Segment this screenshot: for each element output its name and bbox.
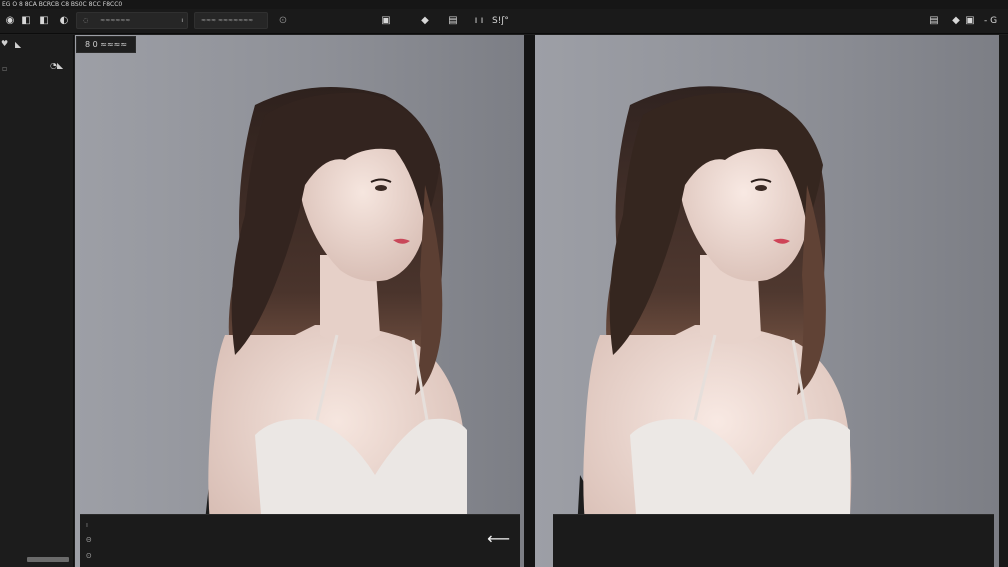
preset-select[interactable]: ≈≈≈ ≈≈≈≈≈≈≈ [194, 12, 268, 29]
crop-icon[interactable]: ▣ [380, 14, 392, 28]
compare-icon[interactable]: ▤ [445, 14, 461, 28]
source-panel: 8 0 ≈≈≈≈ ı Θ ʘ ⟵ [75, 35, 524, 567]
fill-icon[interactable]: ◣ [15, 40, 21, 50]
brush-icon[interactable]: ◆ [419, 14, 431, 28]
send-arrow-icon[interactable]: ⟵ [487, 529, 510, 548]
source-canvas[interactable] [75, 35, 524, 567]
history-label[interactable]: - G [984, 15, 997, 27]
right-edge-scrollbar[interactable] [999, 35, 1008, 567]
result-panel [535, 35, 999, 567]
contrast-icon[interactable]: ◐ [58, 14, 70, 28]
panel-divider[interactable] [524, 35, 535, 567]
model-select[interactable]: ◌ ≈≈≈≈≈≈ ı [76, 12, 188, 29]
pause-icon[interactable]: ı ı [472, 14, 486, 28]
source-portrait-image [200, 87, 467, 567]
settings-icon[interactable]: ⊙ [276, 14, 290, 28]
prompt-input-area[interactable]: ı Θ ʘ ⟵ [80, 514, 520, 567]
document-icon[interactable]: ▤ [928, 14, 940, 28]
seed-label[interactable]: S!ʃ° [492, 15, 509, 27]
app-logo-icon[interactable]: ◉ [4, 14, 16, 28]
model-select-icon: ◌ [83, 17, 89, 24]
sidebar-scrollbar[interactable] [27, 557, 69, 562]
theta-icon: Θ [86, 536, 92, 544]
result-canvas[interactable] [535, 35, 999, 567]
preset-select-value: ≈≈≈ ≈≈≈≈≈≈≈ [201, 17, 254, 24]
toggle-icon[interactable]: ◔◣ [50, 61, 63, 71]
toolbar: ◉ ◧ ◧ ◐ ◌ ≈≈≈≈≈≈ ı ≈≈≈ ≈≈≈≈≈≈≈ ⊙ ▣ ◆ ▤ ı… [0, 9, 1008, 34]
pen-icon[interactable]: ◆ [950, 14, 962, 28]
chevron-down-icon: ı [181, 17, 183, 24]
model-select-value: ≈≈≈≈≈≈ [100, 17, 131, 24]
menu-bar[interactable]: EG O 8 8CA BCRCB C8 BS0C 8CC F8CC0 [0, 0, 1008, 9]
layer-icon[interactable]: ▫ [2, 64, 7, 74]
split-view-icon[interactable]: ◧ [38, 14, 50, 28]
line-icon: ı [86, 521, 88, 529]
result-portrait-image [575, 86, 852, 567]
sidebar: ♥ ◣ ▫ ◔◣ [0, 35, 74, 567]
favorite-icon[interactable]: ♥ [1, 39, 8, 49]
target-icon: ʘ [86, 552, 92, 560]
panel-tag[interactable]: 8 0 ≈≈≈≈ [76, 36, 137, 53]
layout-icon[interactable]: ◧ [20, 14, 32, 28]
frame-icon[interactable]: ▣ [964, 14, 976, 28]
result-info-area[interactable] [553, 514, 994, 567]
